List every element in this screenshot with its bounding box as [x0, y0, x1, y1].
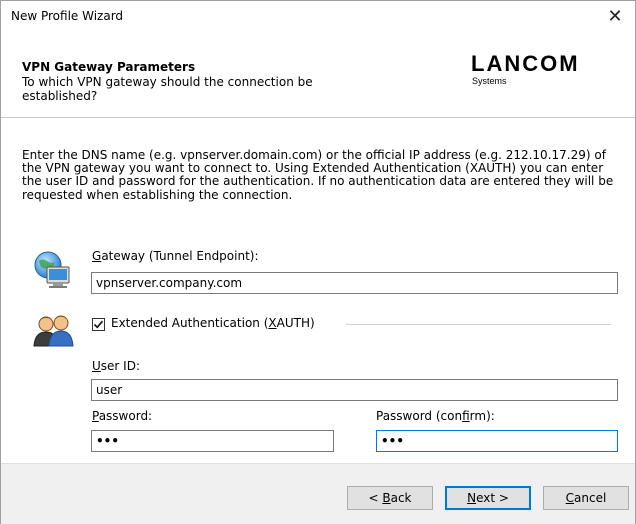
page-subtitle: To which VPN gateway should the connecti…: [22, 75, 313, 103]
xauth-separator: [346, 324, 611, 325]
xauth-label[interactable]: Extended Authentication (XAUTH): [111, 316, 315, 330]
gateway-input[interactable]: vpnserver.company.com: [91, 272, 618, 294]
button-bar: < Back Next > Cancel: [1, 463, 635, 524]
lancom-logo: LANCOM Systems: [471, 51, 580, 86]
title-bar: New Profile Wizard ✕: [1, 1, 635, 33]
network-computer-icon: [33, 250, 73, 290]
wizard-content: Enter the DNS name (e.g. vpnserver.domai…: [1, 118, 635, 463]
user-id-label: User ID:: [92, 359, 141, 373]
wizard-header: VPN Gateway Parameters To which VPN gate…: [1, 33, 635, 118]
next-button[interactable]: Next >: [445, 486, 531, 510]
back-button[interactable]: < Back: [347, 486, 433, 510]
password-input[interactable]: •••: [91, 430, 334, 452]
page-title: VPN Gateway Parameters: [22, 60, 196, 74]
password-confirm-label: Password (confirm):: [376, 409, 495, 423]
password-label: Password:: [92, 409, 153, 423]
cancel-button[interactable]: Cancel: [543, 486, 629, 510]
xauth-checkbox[interactable]: [92, 318, 105, 331]
users-icon: [33, 312, 75, 348]
user-id-input[interactable]: user: [91, 379, 618, 401]
gateway-label: Gateway (Tunnel Endpoint):: [92, 249, 259, 263]
logo-tagline: Systems: [472, 76, 507, 86]
description-text: Enter the DNS name (e.g. vpnserver.domai…: [22, 148, 614, 202]
wizard-window: New Profile Wizard ✕ VPN Gateway Paramet…: [0, 0, 636, 524]
window-title: New Profile Wizard: [11, 9, 124, 23]
password-confirm-input[interactable]: •••: [376, 430, 618, 452]
close-icon[interactable]: ✕: [595, 1, 635, 33]
logo-brand: LANCOM: [471, 51, 580, 76]
